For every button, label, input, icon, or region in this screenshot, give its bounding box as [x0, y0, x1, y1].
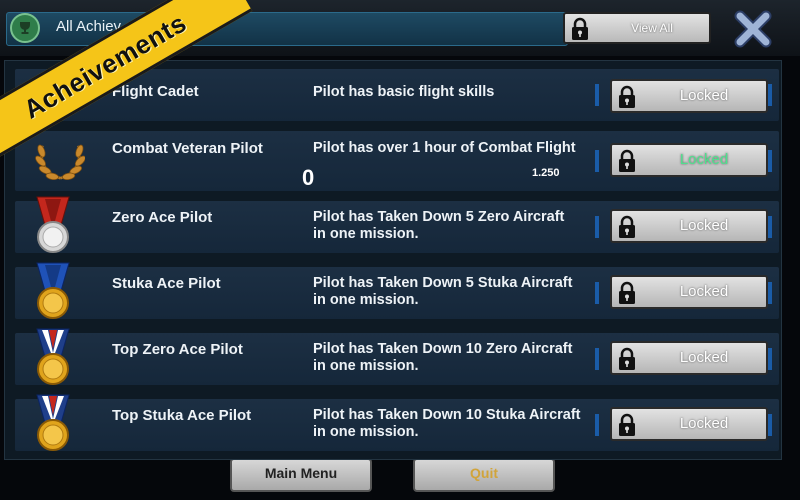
achievement-row: Stuka Ace Pilot Pilot has Taken Down 5 S… [15, 262, 779, 319]
locked-button[interactable]: Locked [610, 209, 768, 243]
laurel-wreath-icon [35, 144, 85, 181]
achievement-row: Top Zero Ace Pilot Pilot has Taken Down … [15, 328, 779, 385]
lock-icon [572, 17, 588, 40]
locked-button[interactable]: Locked [610, 143, 768, 177]
main-menu-button[interactable]: Main Menu [230, 458, 372, 492]
achievement-description: Pilot has Taken Down 5 Stuka Aircraft in… [313, 275, 573, 308]
locked-label: Locked [679, 349, 729, 366]
achievement-row: Zero Ace Pilot Pilot has Taken Down 5 Ze… [15, 196, 779, 253]
achievement-name: Combat Veteran Pilot [112, 140, 263, 157]
lock-icon [619, 347, 635, 370]
locked-label: Locked [679, 151, 729, 168]
locked-label: Locked [679, 87, 729, 104]
locked-label: Locked [679, 283, 729, 300]
achievement-description: Pilot has Taken Down 10 Zero Aircraft in… [313, 341, 573, 374]
trophy-icon [10, 13, 40, 43]
view-all-button[interactable]: View All [563, 12, 711, 44]
locked-label: Locked [679, 217, 729, 234]
silver-medal-icon [36, 196, 70, 253]
locked-button[interactable]: Locked [610, 275, 768, 309]
locked-button[interactable]: Locked [610, 79, 768, 113]
lock-icon [619, 149, 635, 172]
achievement-description: Pilot has over 1 hour of Combat Flight [313, 140, 576, 156]
main-menu-label: Main Menu [264, 465, 338, 481]
achievement-name: Stuka Ace Pilot [112, 275, 221, 292]
achievement-name: Flight Cadet [112, 83, 199, 100]
achievement-description: Pilot has basic flight skills [313, 84, 495, 100]
progress-target: 1.250 [532, 167, 560, 179]
achievement-row: Combat Veteran Pilot Pilot has over 1 ho… [15, 131, 779, 191]
progress-value: 0 [302, 165, 315, 190]
lock-icon [619, 85, 635, 108]
achievement-name: Zero Ace Pilot [112, 209, 213, 226]
lock-icon [619, 413, 635, 436]
locked-button[interactable]: Locked [610, 407, 768, 441]
lock-icon [619, 215, 635, 238]
gold-medal-icon [36, 328, 70, 385]
locked-button[interactable]: Locked [610, 341, 768, 375]
view-all-label: View All [631, 21, 673, 35]
close-icon [734, 10, 772, 48]
lock-icon [619, 281, 635, 304]
achievement-row: Top Stuka Ace Pilot Pilot has Taken Down… [15, 394, 779, 451]
achievement-description: Pilot has Taken Down 10 Stuka Aircraft i… [313, 407, 581, 440]
gold-medal-icon [36, 262, 70, 319]
gold-medal-icon [36, 394, 70, 451]
achievement-name: Top Zero Ace Pilot [112, 341, 243, 358]
locked-label: Locked [679, 415, 729, 432]
close-button[interactable] [734, 10, 772, 48]
quit-label: Quit [470, 465, 498, 481]
achievement-name: Top Stuka Ace Pilot [112, 407, 252, 424]
achievement-list[interactable]: Flight Cadet Pilot has basic flight skil… [4, 60, 782, 460]
quit-button[interactable]: Quit [413, 458, 555, 492]
achievement-description: Pilot has Taken Down 5 Zero Aircraft in … [313, 209, 565, 242]
